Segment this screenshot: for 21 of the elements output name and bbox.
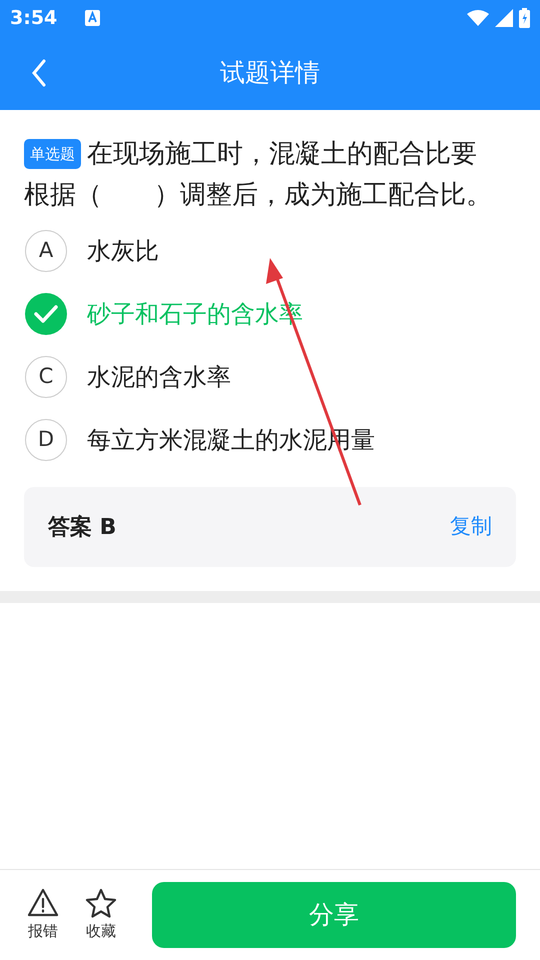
option-text: 水泥的含水率 [87, 362, 231, 393]
signal-icon [495, 9, 513, 27]
status-time: 3:54 [10, 6, 58, 31]
option-letter: A [25, 230, 67, 272]
notification-icon [85, 10, 100, 26]
option-text: 水灰比 [87, 236, 159, 267]
question-text: 单选题 在现场施工时，混凝土的配合比要根据（ ）调整后，成为施工配合比。 [24, 138, 493, 212]
wifi-icon [467, 10, 489, 26]
bottom-action[interactable]: 收藏 [84, 888, 118, 942]
bottom-action[interactable]: 报错 [26, 888, 60, 942]
star-icon [85, 888, 117, 918]
battery-icon [519, 8, 530, 28]
warning-icon [27, 888, 59, 918]
answer-option[interactable]: A 水灰比 [25, 230, 515, 272]
check-icon [25, 293, 67, 335]
answer-option[interactable]: C 水泥的含水率 [25, 356, 515, 398]
option-letter: D [25, 419, 67, 461]
back-icon [31, 59, 47, 87]
page-title: 试题详情 [220, 57, 320, 90]
answer-text: 答案 B [48, 514, 116, 542]
option-letter: C [25, 356, 67, 398]
